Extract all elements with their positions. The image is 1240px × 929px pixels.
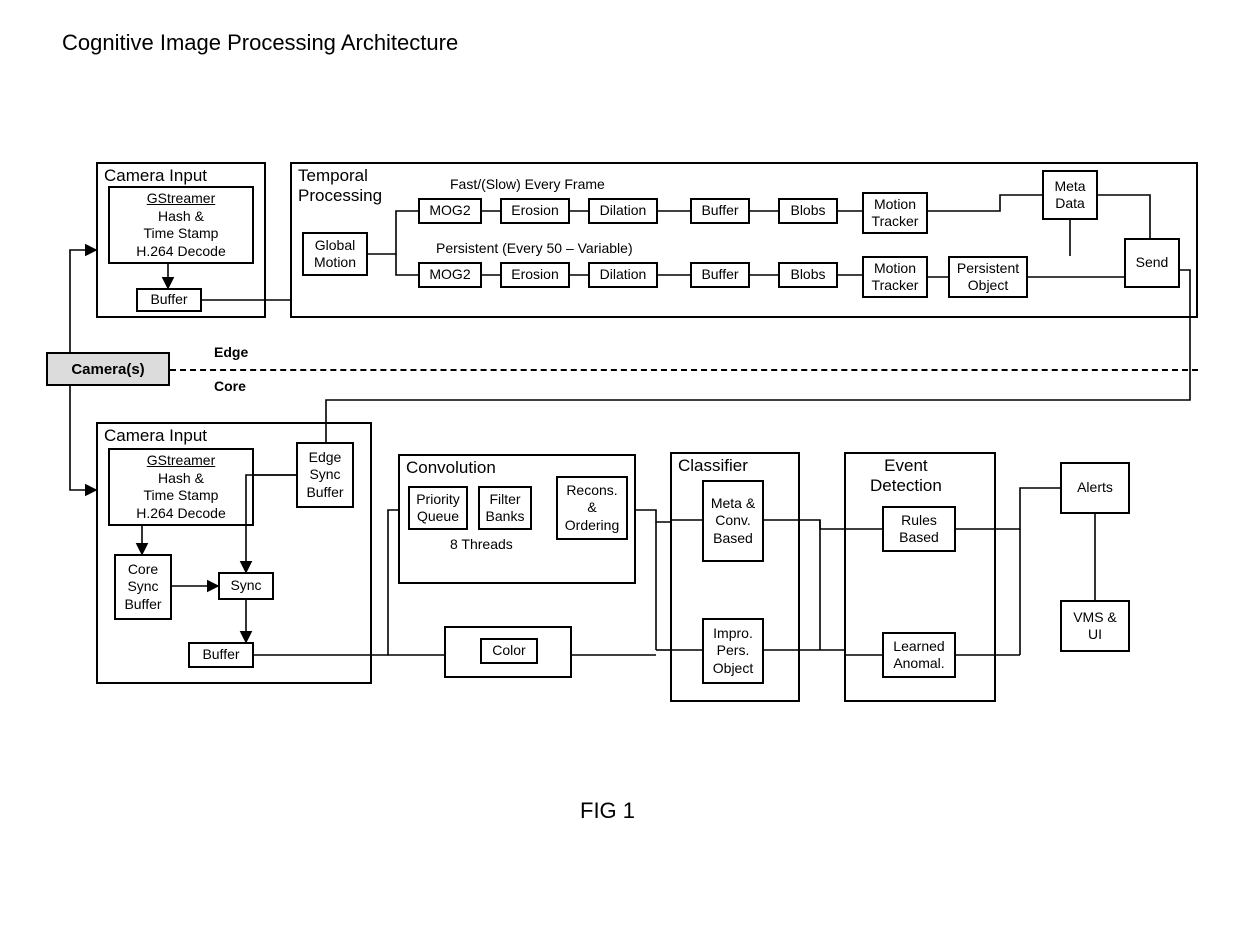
convolution-title: Convolution [406,458,496,478]
vms-ui-box: VMS & UI [1060,600,1130,652]
meta-conv-box: Meta & Conv. Based [702,480,764,562]
learned-anomal-box: Learned Anomal. [882,632,956,678]
send-box: Send [1124,238,1180,288]
classifier-title: Classifier [678,456,748,476]
global-motion-box: Global Motion [302,232,368,276]
priority-queue-box: Priority Queue [408,486,468,530]
threads-label: 8 Threads [450,536,513,552]
core-label: Core [214,378,246,394]
figure-label: FIG 1 [580,798,635,824]
edge-camera-input-title: Camera Input [104,166,207,186]
core-gstreamer-label: GStreamer [147,452,215,470]
edge-label: Edge [214,344,248,360]
gstreamer-body: Hash & Time Stamp H.264 Decode [136,208,226,261]
diagram-title: Cognitive Image Processing Architecture [62,30,458,56]
persistent-object-box: Persistent Object [948,256,1028,298]
core-sync-buffer-box: Core Sync Buffer [114,554,172,620]
filter-banks-box: Filter Banks [478,486,532,530]
temporal-title: Temporal Processing [298,166,382,205]
fast-buffer-box: Buffer [690,198,750,224]
edge-core-divider [170,369,1198,371]
recons-ordering-box: Recons. & Ordering [556,476,628,540]
fast-blobs-box: Blobs [778,198,838,224]
core-buffer-box: Buffer [188,642,254,668]
edge-gstreamer-box: GStreamer Hash & Time Stamp H.264 Decode [108,186,254,264]
pers-motion-tracker-box: Motion Tracker [862,256,928,298]
pers-erosion-box: Erosion [500,262,570,288]
impro-pers-box: Impro. Pers. Object [702,618,764,684]
meta-data-box: Meta Data [1042,170,1098,220]
fast-label: Fast/(Slow) Every Frame [450,176,605,192]
gstreamer-label: GStreamer [147,190,215,208]
fast-motion-tracker-box: Motion Tracker [862,192,928,234]
cameras-box: Camera(s) [46,352,170,386]
fast-dilation-box: Dilation [588,198,658,224]
event-detection-title: Event Detection [870,456,942,495]
pers-blobs-box: Blobs [778,262,838,288]
color-box: Color [480,638,538,664]
rules-based-box: Rules Based [882,506,956,552]
sync-box: Sync [218,572,274,600]
core-gstreamer-body: Hash & Time Stamp H.264 Decode [136,470,226,523]
edge-sync-buffer-box: Edge Sync Buffer [296,442,354,508]
edge-buffer-box: Buffer [136,288,202,312]
pers-buffer-box: Buffer [690,262,750,288]
core-gstreamer-box: GStreamer Hash & Time Stamp H.264 Decode [108,448,254,526]
pers-dilation-box: Dilation [588,262,658,288]
fast-mog2-box: MOG2 [418,198,482,224]
core-camera-input-title: Camera Input [104,426,207,446]
persistent-label: Persistent (Every 50 – Variable) [436,240,633,256]
pers-mog2-box: MOG2 [418,262,482,288]
fast-erosion-box: Erosion [500,198,570,224]
alerts-box: Alerts [1060,462,1130,514]
